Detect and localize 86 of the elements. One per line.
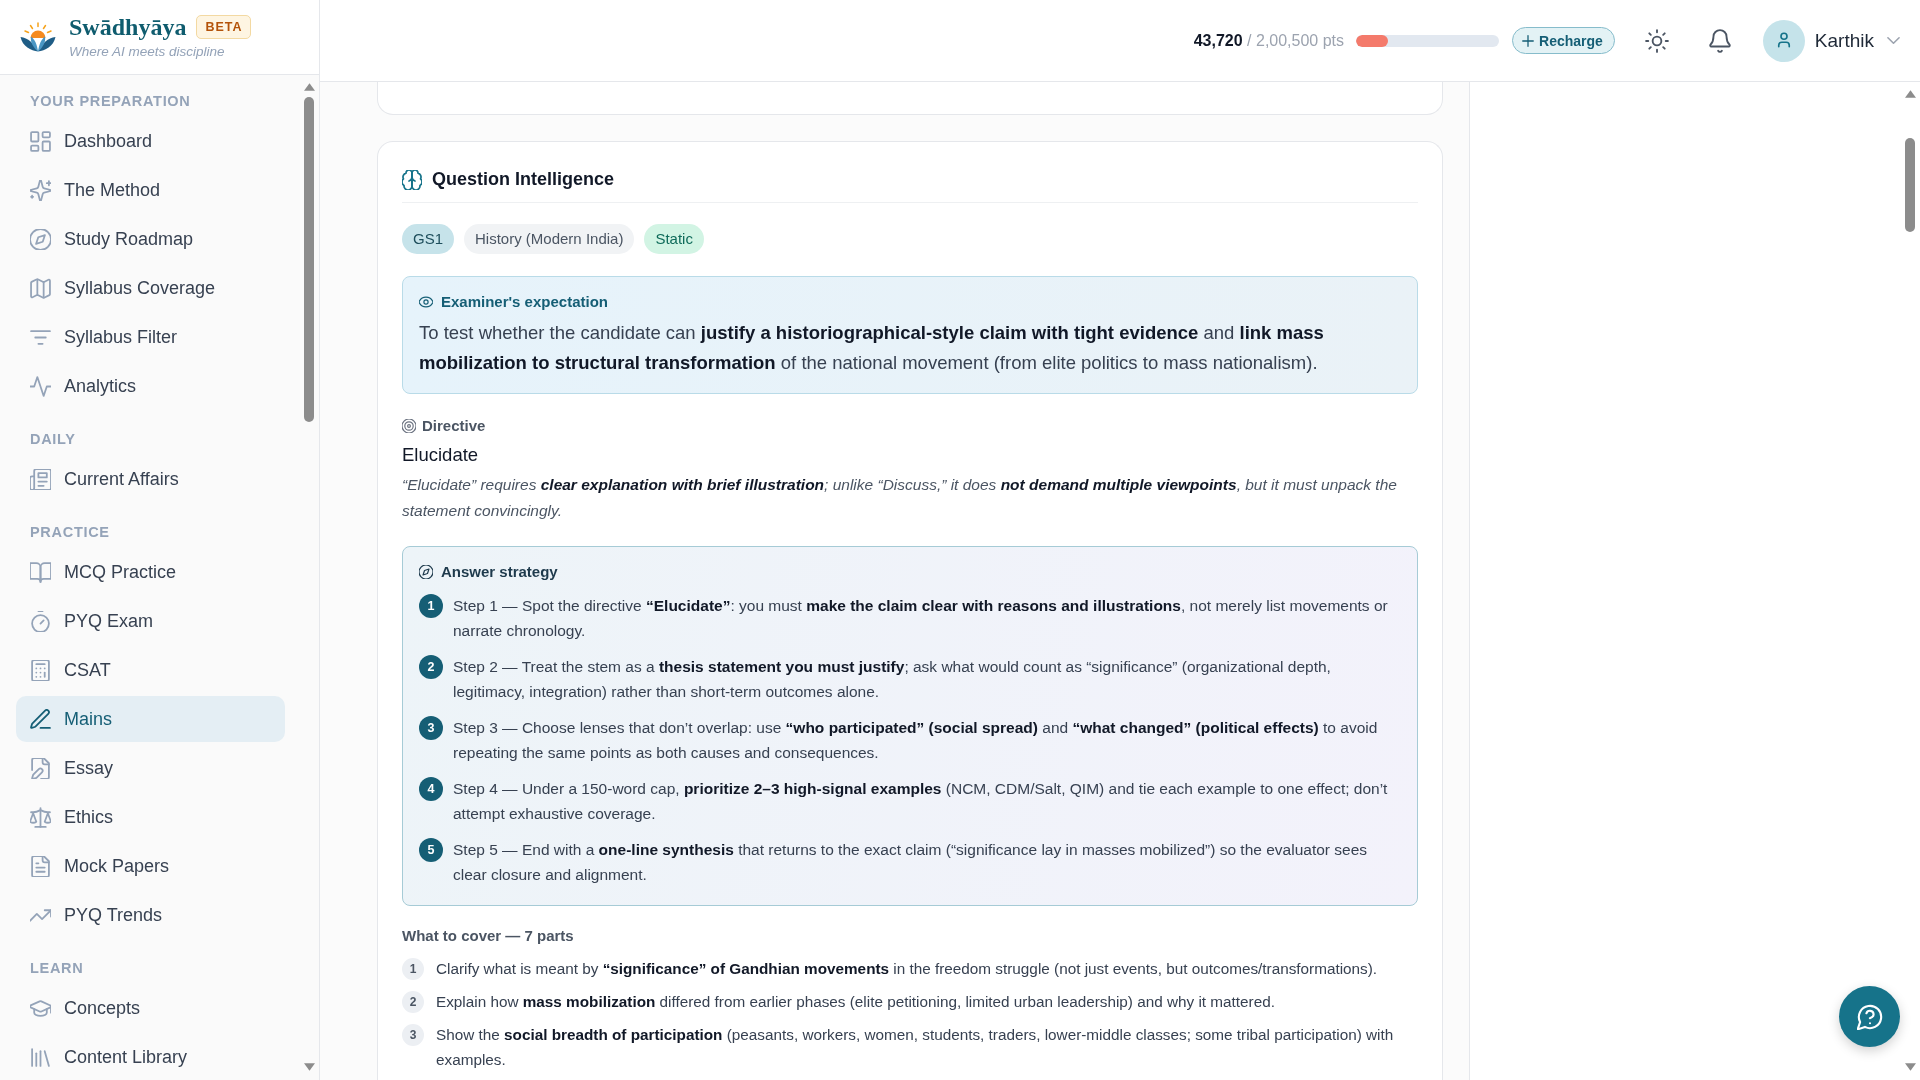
- topic-tag: Static: [644, 224, 704, 254]
- scroll-down-arrow-icon[interactable]: [1904, 1063, 1916, 1071]
- beta-tag: BETA: [196, 14, 252, 39]
- section-heading: PRACTICE: [30, 523, 111, 541]
- directive-note: “Elucidate” requires clear explanation with brief illustration; unlike “Discuss,” it does not demand multiple viewpoints, but it must unpack the statement convincingly.: [402, 475, 1398, 521]
- sidebar-item[interactable]: MCQ Practice: [16, 549, 285, 595]
- document-pen-icon: [30, 757, 51, 779]
- step-text: Step 3 — Choose lenses that don’t overlap: use “who participated” (social spread) and “what changed” (political effects) to avoid repeating the same points as both causes and consequences.: [453, 718, 1379, 763]
- step-number: 5: [419, 837, 443, 862]
- step-text: Step 4 — Under a 150-word cap, prioritize 2–3 high-signal examples (NCM, CDM/Salt, QIM) and tie each example to one effect; don’t attempt exhaustive coverage.: [453, 779, 1389, 824]
- calculator-icon: [30, 659, 51, 681]
- scrollbar-thumb[interactable]: [1905, 138, 1915, 232]
- compass-icon: [419, 565, 433, 579]
- step-number: 4: [419, 776, 443, 801]
- topic-tag: GS1: [402, 224, 454, 254]
- sidebar-item[interactable]: Essay: [16, 745, 285, 791]
- step-number: 1: [419, 593, 443, 618]
- card-title: Question Intelligence: [432, 169, 615, 190]
- directive-word: Elucidate: [402, 443, 480, 467]
- item-number: 2: [402, 990, 424, 1013]
- cover-item-text: Explain how mass mobilization differed from earlier phases (elite petitioning, limited urban leadership) and why it mattered.: [436, 992, 1275, 1012]
- library-books-icon: [30, 1046, 51, 1068]
- recharge-button[interactable]: Recharge: [1512, 27, 1615, 54]
- sidebar-item[interactable]: Dashboard: [16, 118, 285, 164]
- eye-icon: [419, 295, 433, 309]
- step-text: Step 5 — End with a one-line synthesis that returns to the exact claim (“significance lay in masses mobilized”) so the evaluator sees clear closure and alignment.: [453, 840, 1369, 885]
- newspaper-icon: [30, 468, 51, 490]
- sidebar-item[interactable]: Content Library: [16, 1034, 285, 1080]
- sidebar-item[interactable]: PYQ Trends: [16, 892, 285, 938]
- brand-name: Swādhyāya: [69, 12, 187, 41]
- step-number: 2: [419, 654, 443, 679]
- section-title: What to cover — 7 parts: [402, 926, 575, 946]
- brain-icon: [402, 169, 422, 190]
- cover-item-text: Show the social breadth of participation (peasants, workers, women, students, traders, lower-middle classes; some tribal participation) with examples.: [436, 1025, 1395, 1070]
- cover-item-text: Clarify what is meant by “significance” of Gandhian movements in the freedom struggle (not just events, but outcomes/transformations).: [436, 959, 1378, 979]
- section-heading: YOUR PREPARATION: [30, 92, 192, 110]
- scroll-down-arrow-icon[interactable]: [303, 1063, 315, 1071]
- sidebar-item[interactable]: PYQ Exam: [16, 598, 285, 644]
- scroll-up-arrow-icon[interactable]: [1904, 90, 1916, 98]
- sidebar-item[interactable]: Syllabus Coverage: [16, 265, 285, 311]
- user-avatar-icon[interactable]: [1762, 19, 1805, 62]
- pulse-line-icon: [30, 375, 51, 397]
- sidebar-item[interactable]: Syllabus Filter: [16, 314, 285, 360]
- sun-icon[interactable]: [1644, 28, 1669, 53]
- chevron-down-icon[interactable]: [1887, 34, 1900, 47]
- bell-icon[interactable]: [1707, 28, 1732, 53]
- item-number: 1: [402, 957, 424, 980]
- sidebar-item[interactable]: Mock Papers: [16, 843, 285, 889]
- sidebar-item[interactable]: Concepts: [16, 985, 285, 1031]
- map-icon: [30, 277, 51, 299]
- lotus-sun-logo-icon: [20, 22, 56, 52]
- graduation-cap-icon: [30, 997, 51, 1019]
- step-text: Step 2 — Treat the stem as a thesis statement you must justify; ask what would count as “significance” (organizational depth, legitimacy, integration) rather than short-term outcomes alone.: [453, 657, 1332, 702]
- sparkles-icon: [30, 179, 51, 201]
- open-book-icon: [30, 561, 51, 583]
- section-heading: LEARN: [30, 959, 85, 977]
- sidebar-item[interactable]: Mains: [16, 696, 285, 742]
- directive-label: Directive: [422, 416, 486, 436]
- plus-icon: [1522, 34, 1535, 47]
- panel-title: Examiner's expectation: [441, 292, 608, 312]
- pen-icon: [30, 708, 51, 730]
- sidebar-item[interactable]: Current Affairs: [16, 456, 285, 502]
- scrollbar-thumb[interactable]: [304, 97, 314, 422]
- item-number: 3: [402, 1023, 424, 1046]
- compass-icon: [30, 228, 51, 250]
- sidebar-item[interactable]: Study Roadmap: [16, 216, 285, 262]
- points-balance: 43,720 / 2,00,500 pts: [1193, 31, 1345, 50]
- scroll-up-arrow-icon[interactable]: [303, 83, 315, 91]
- step-text: Step 1 — Spot the directive “Elucidate”: you must make the claim clear with reasons and illustrations, not merely list movements or narrate chronology.: [453, 596, 1389, 641]
- document-icon: [30, 855, 51, 877]
- question-bubble-icon: [1856, 1003, 1883, 1030]
- topic-tag: History (Modern India): [464, 224, 635, 254]
- stopwatch-icon: [30, 610, 51, 632]
- sidebar-item[interactable]: Ethics: [16, 794, 285, 840]
- brand-tagline: Where AI meets discipline: [69, 43, 226, 60]
- sidebar-item[interactable]: CSAT: [16, 647, 285, 693]
- step-number: 3: [419, 715, 443, 740]
- panel-title: Answer strategy: [441, 562, 558, 582]
- expectation-text: To test whether the candidate can justify a historiographical-style claim with tight evidence and link mass mobilization to structural transformation of the national movement (from elite politics to mass nationalism).: [419, 321, 1325, 375]
- sidebar-item[interactable]: The Method: [16, 167, 285, 213]
- balance-scale-icon: [30, 806, 51, 828]
- dashboard-grid-icon: [30, 130, 51, 152]
- user-name[interactable]: Karthik: [1814, 29, 1874, 52]
- sidebar-item[interactable]: Analytics: [16, 363, 285, 409]
- target-icon: [402, 419, 416, 433]
- section-heading: DAILY: [30, 430, 77, 448]
